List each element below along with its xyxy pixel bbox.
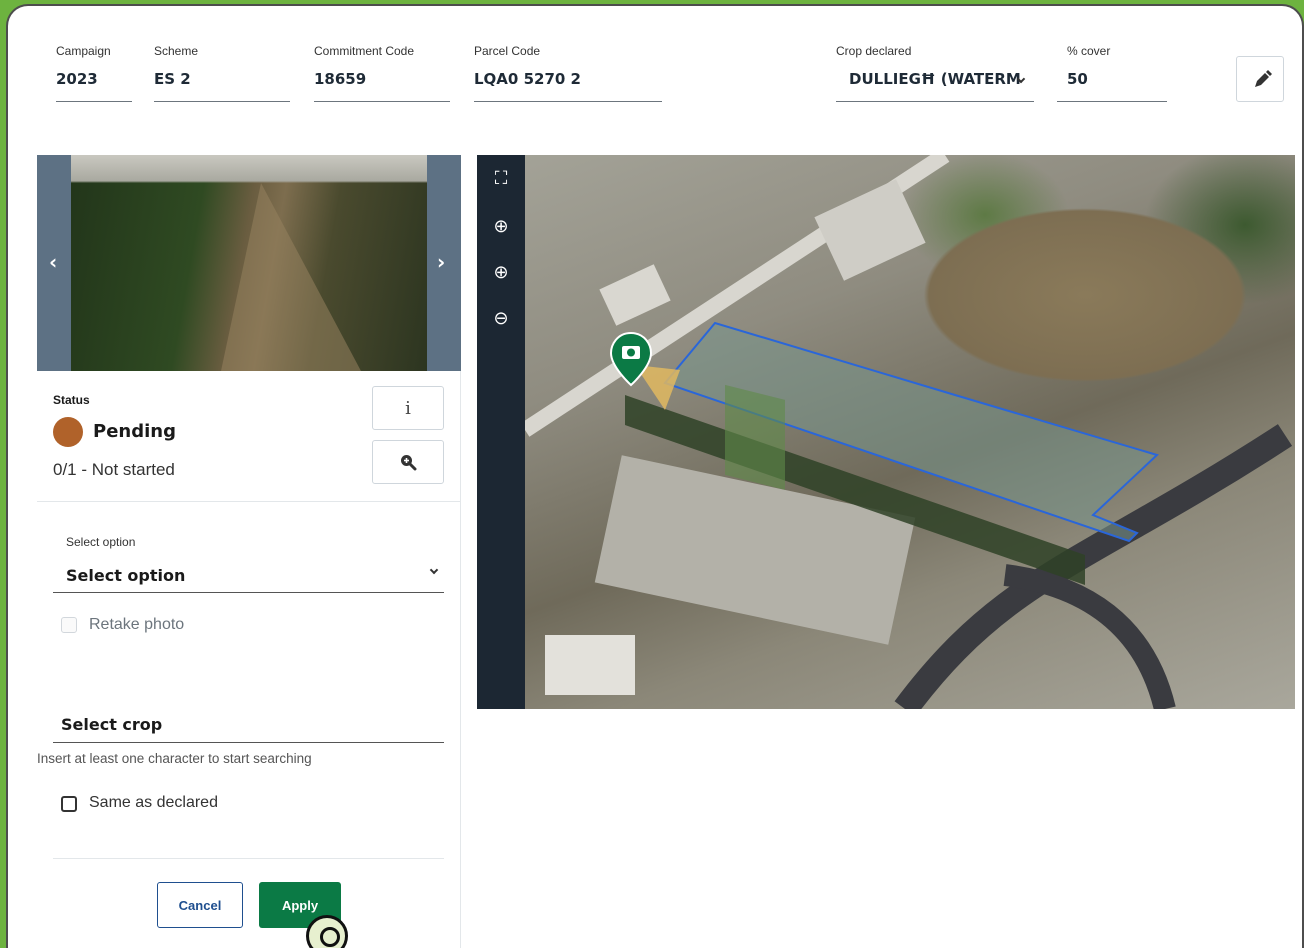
map-overlay <box>520 155 1293 709</box>
parcel-code-label: Parcel Code <box>474 44 541 58</box>
commitment-code-label: Commitment Code <box>314 44 415 58</box>
parcel-map[interactable]: ⛶ ⊕ ⊕ ⊖ <box>477 155 1295 709</box>
status-value: Pending <box>93 421 176 442</box>
option-select-label: Select option <box>66 535 136 549</box>
crop-declared-select[interactable]: Crop declared DULLIEGĦ (WATERM <box>836 44 1034 104</box>
inspection-panel: ‹ › Status Pending 0/1 - Not started i S… <box>37 155 461 948</box>
fullscreen-icon[interactable]: ⛶ <box>489 167 513 191</box>
zoom-photo-button[interactable] <box>372 440 444 484</box>
map-toolbar: ⛶ ⊕ ⊕ ⊖ <box>477 155 525 709</box>
campaign-field[interactable]: Campaign 2023 <box>56 44 132 104</box>
field-photo <box>71 155 427 371</box>
status-indicator <box>53 417 83 447</box>
scheme-label: Scheme <box>154 44 199 58</box>
scheme-field[interactable]: Scheme ES 2 <box>154 44 290 104</box>
edit-button[interactable] <box>1236 56 1284 102</box>
photo-carousel[interactable]: ‹ › <box>37 155 461 371</box>
progress-text: 0/1 - Not started <box>53 460 175 479</box>
chevron-down-icon <box>429 565 439 575</box>
locate-icon[interactable]: ⊕ <box>489 215 513 239</box>
campaign-value: 2023 <box>56 70 98 88</box>
crop-declared-value: DULLIEGĦ (WATERM <box>849 70 1021 88</box>
campaign-label: Campaign <box>56 44 111 58</box>
same-as-declared-checkbox[interactable] <box>61 796 77 812</box>
cover-field[interactable]: % cover 50 <box>1057 44 1167 104</box>
crop-declared-label: Crop declared <box>836 44 912 58</box>
zoom-in-icon[interactable]: ⊕ <box>489 261 513 285</box>
cancel-button[interactable]: Cancel <box>157 882 243 928</box>
status-label: Status <box>53 393 90 407</box>
cover-label: % cover <box>1067 44 1111 58</box>
cover-value: 50 <box>1067 70 1088 88</box>
pencil-icon <box>1255 70 1272 87</box>
info-icon: i <box>405 397 411 419</box>
retake-photo-checkbox[interactable] <box>61 617 77 633</box>
commitment-code-value: 18659 <box>314 70 367 88</box>
zoom-out-icon[interactable]: ⊖ <box>489 307 513 331</box>
main-panel: Campaign 2023 Scheme ES 2 Commitment Cod… <box>6 4 1304 948</box>
parcel-code-value: LQA0 5270 2 <box>474 70 581 88</box>
info-button[interactable]: i <box>372 386 444 430</box>
commitment-code-field[interactable]: Commitment Code 18659 <box>314 44 450 104</box>
crop-search-hint: Insert at least one character to start s… <box>37 751 312 766</box>
retake-photo-label: Retake photo <box>89 616 185 633</box>
zoom-in-icon <box>401 455 417 471</box>
chevron-right-icon[interactable]: › <box>437 250 445 274</box>
chevron-left-icon[interactable]: ‹ <box>49 250 57 274</box>
scheme-value: ES 2 <box>154 70 191 88</box>
satellite-image[interactable] <box>520 155 1295 709</box>
option-select[interactable]: Select option <box>66 566 185 585</box>
same-as-declared-label: Same as declared <box>89 794 218 811</box>
crop-search-input[interactable]: Select crop <box>61 715 162 734</box>
parcel-code-field[interactable]: Parcel Code LQA0 5270 2 <box>474 44 662 104</box>
